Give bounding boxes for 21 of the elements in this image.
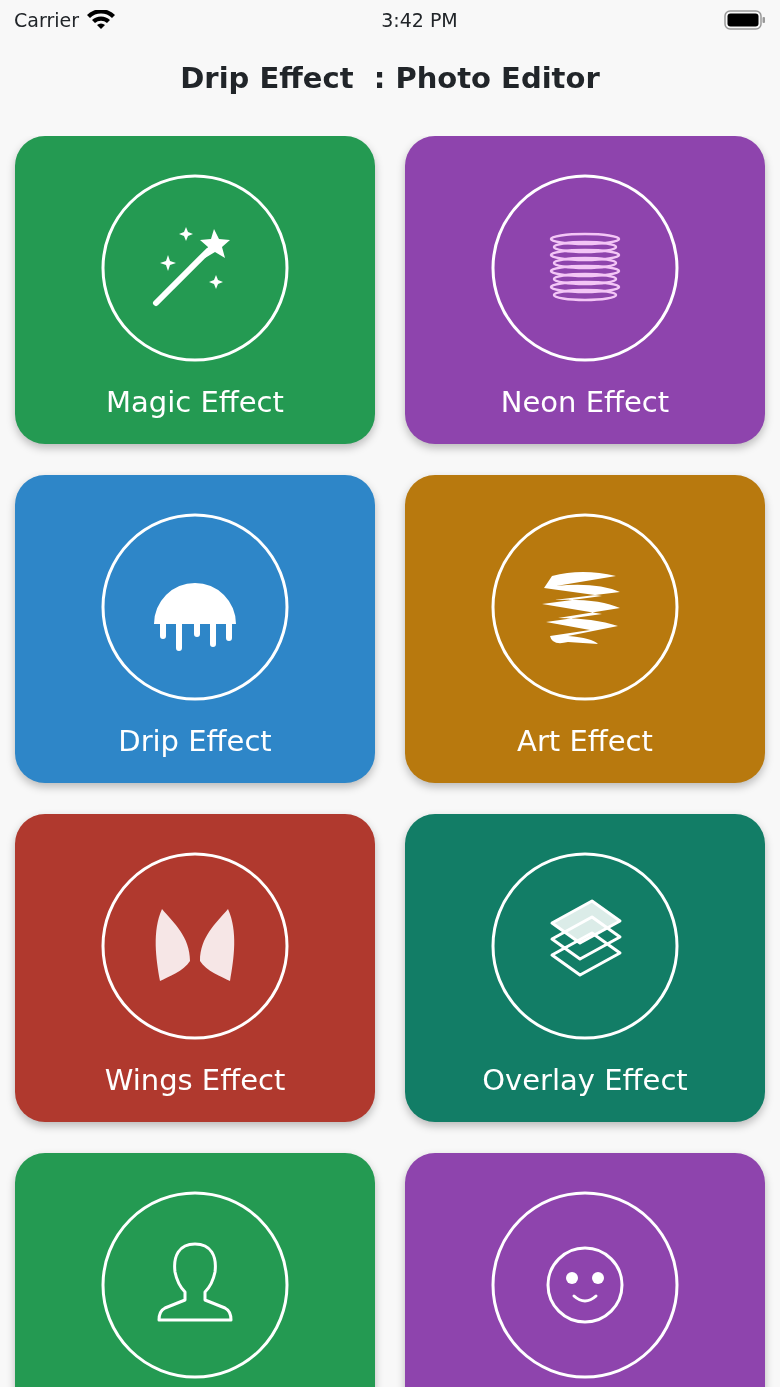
carrier-name: Carrier (14, 7, 79, 33)
battery-icon (724, 10, 766, 30)
smiley-icon (490, 1190, 680, 1380)
clock-time: 3:42 PM (381, 7, 458, 33)
drip-icon (100, 512, 290, 702)
scribble-icon (490, 512, 680, 702)
effect-button[interactable]: Neon Effect (405, 136, 765, 444)
screen-title: Drip Effect : Photo Editor (180, 60, 600, 98)
wifi-icon (87, 10, 115, 30)
wand-icon (100, 173, 290, 363)
spiral-icon (490, 173, 680, 363)
effect-button[interactable]: Drip Effect (15, 475, 375, 783)
effect-button[interactable]: Art Effect (405, 475, 765, 783)
effect-button[interactable] (405, 1153, 765, 1387)
person-icon (100, 1190, 290, 1380)
effect-button[interactable]: Magic Effect (15, 136, 375, 444)
wings-icon (100, 851, 290, 1041)
effect-button[interactable]: Overlay Effect (405, 814, 765, 1122)
effect-button[interactable] (15, 1153, 375, 1387)
layers-icon (490, 851, 680, 1041)
effect-button[interactable]: Wings Effect (15, 814, 375, 1122)
